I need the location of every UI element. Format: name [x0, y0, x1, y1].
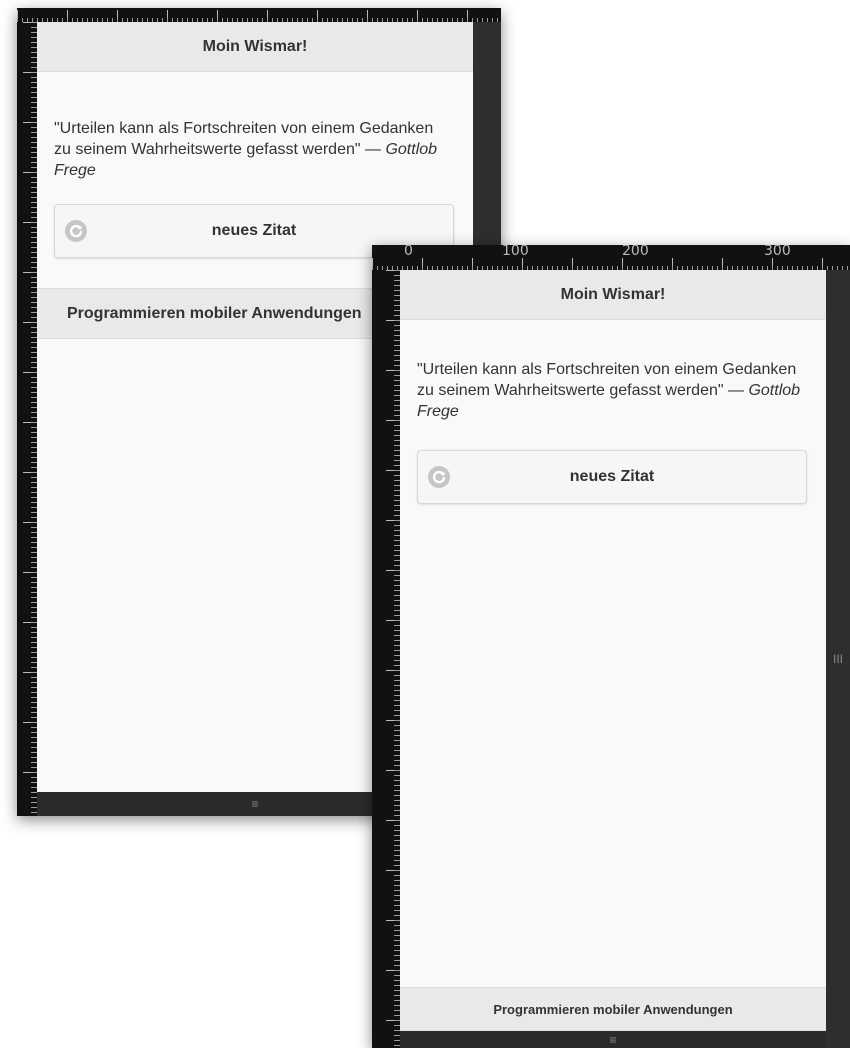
- screen-front: Moin Wismar! "Urteilen kann als Fortschr…: [400, 270, 826, 1031]
- footer-label: Programmieren mobiler Anwendungen: [493, 1001, 733, 1017]
- quote: "Urteilen kann als Fortschreiten von ein…: [54, 118, 453, 181]
- resize-handle-side[interactable]: III: [826, 270, 850, 1048]
- ruler-left: [17, 22, 37, 816]
- page-title: Moin Wismar!: [400, 270, 826, 320]
- quote: "Urteilen kann als Fortschreiten von ein…: [417, 359, 806, 422]
- footer-label: Programmieren mobiler Anwendungen: [67, 304, 362, 322]
- new-quote-label: neues Zitat: [569, 468, 655, 485]
- ruler-top: 0 100 200 300: [372, 245, 850, 270]
- refresh-icon: [65, 220, 87, 242]
- new-quote-label: neues Zitat: [211, 222, 297, 239]
- ruler-top: [17, 8, 501, 22]
- quote-text: "Urteilen kann als Fortschreiten von ein…: [54, 120, 434, 158]
- ruler-label-0: 0: [404, 245, 413, 259]
- page-title: Moin Wismar!: [37, 22, 473, 72]
- footer-bar: Programmieren mobiler Anwendungen: [400, 987, 826, 1031]
- ruler-label-200: 200: [622, 245, 649, 259]
- preview-window-front: 0 100 200 300 III Moin Wismar! "Urteilen…: [372, 245, 850, 1048]
- refresh-icon: [428, 466, 450, 488]
- quote-text: "Urteilen kann als Fortschreiten von ein…: [417, 361, 797, 399]
- resize-handle-bottom[interactable]: ≡: [400, 1031, 826, 1048]
- new-quote-button[interactable]: neues Zitat: [417, 450, 807, 504]
- ruler-label-100: 100: [502, 245, 529, 259]
- ruler-label-300: 300: [764, 245, 791, 259]
- ruler-left: [372, 270, 400, 1048]
